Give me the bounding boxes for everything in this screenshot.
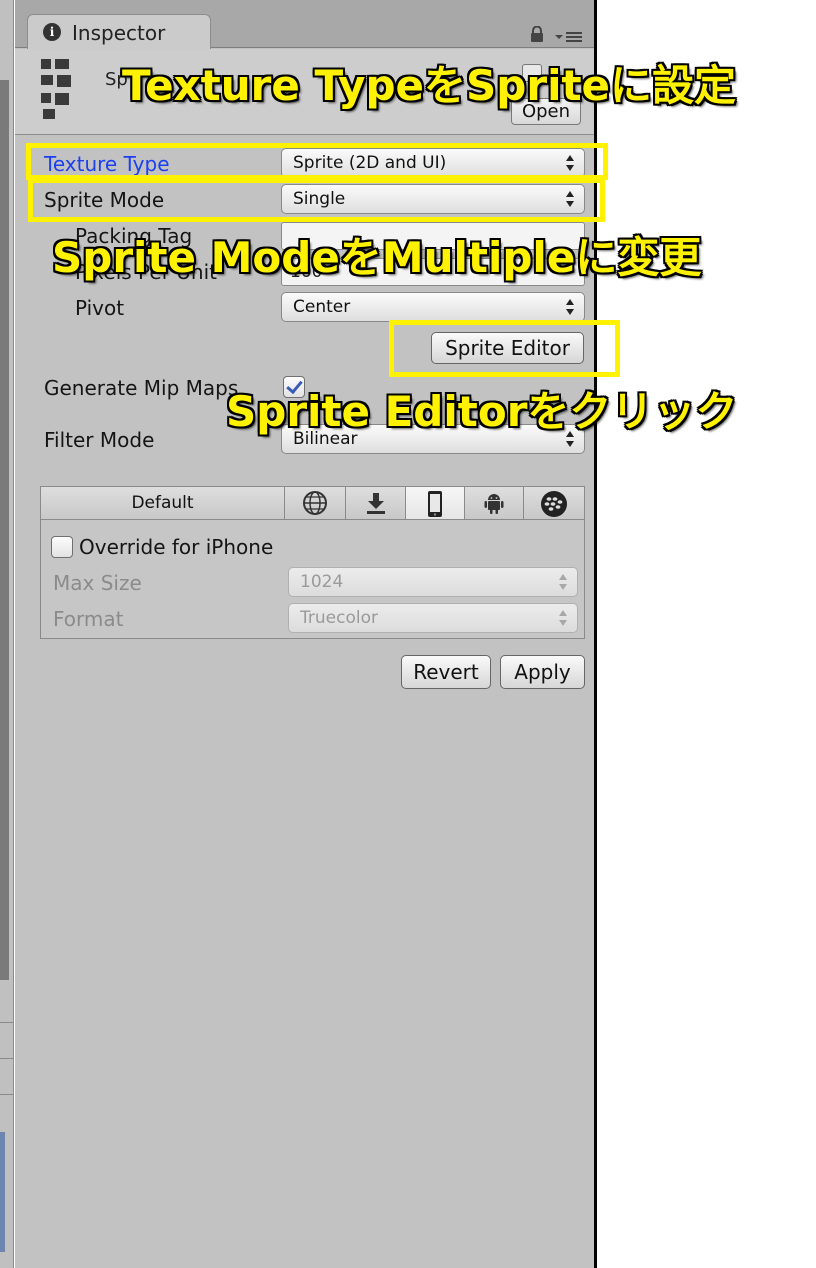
tab-standalone[interactable] [346,487,406,519]
filter-mode-label: Filter Mode [44,428,155,452]
info-icon: i [43,23,61,41]
highlight-sprite-mode [28,178,605,222]
dropdown-arrows-icon [559,574,567,590]
divider [0,1094,14,1095]
annotation-texture-type: Texture TypeをSpriteに設定 [122,61,737,110]
override-label: Override for iPhone [79,535,274,559]
blackberry-icon [541,491,567,517]
left-window-edge [0,0,14,1268]
pivot-label: Pivot [75,296,125,320]
highlight-sprite-editor [389,320,620,377]
platform-settings: Default Override for iPhone Max Size 102… [40,486,585,639]
panel-menu-icon[interactable] [555,30,583,44]
highlight-texture-type [26,143,608,180]
pivot-value: Center [293,297,351,317]
android-icon [484,494,504,514]
max-size-dropdown[interactable]: 1024 [288,567,578,597]
max-size-label: Max Size [53,571,142,595]
tab-default[interactable]: Default [41,487,285,519]
left-scrollbar-area [0,80,9,980]
tab-bar: i Inspector [15,0,595,49]
download-icon [366,493,385,514]
divider [0,1058,14,1059]
override-checkbox[interactable] [51,536,73,558]
annotation-sprite-editor: Sprite Editorをクリック [226,387,738,436]
sprite-thumbnail [39,57,73,121]
selection-strip [0,1132,5,1252]
tab-title: Inspector [72,21,166,45]
format-label: Format [53,607,124,631]
globe-icon [303,491,327,515]
tab-web[interactable] [285,487,346,519]
revert-button[interactable]: Revert [401,655,491,689]
format-value: Truecolor [300,608,378,628]
apply-button[interactable]: Apply [500,655,585,689]
pivot-dropdown[interactable]: Center [281,292,585,322]
format-dropdown[interactable]: Truecolor [288,603,578,633]
dropdown-arrows-icon [566,299,574,315]
tab-android[interactable] [465,487,524,519]
tab-blackberry[interactable] [524,487,584,519]
tab-default-label: Default [131,493,194,513]
lock-icon[interactable] [530,26,544,42]
max-size-value: 1024 [300,572,344,592]
generate-mip-maps-label: Generate Mip Maps [44,376,239,400]
annotation-sprite-mode: Sprite ModeをMultipleに変更 [52,233,702,282]
iphone-icon [428,491,442,517]
dropdown-arrows-icon [559,610,567,626]
tab-iphone[interactable] [406,487,465,519]
platform-tabs: Default [41,487,584,520]
divider [0,1022,14,1023]
tab-inspector[interactable]: i Inspector [27,14,211,49]
